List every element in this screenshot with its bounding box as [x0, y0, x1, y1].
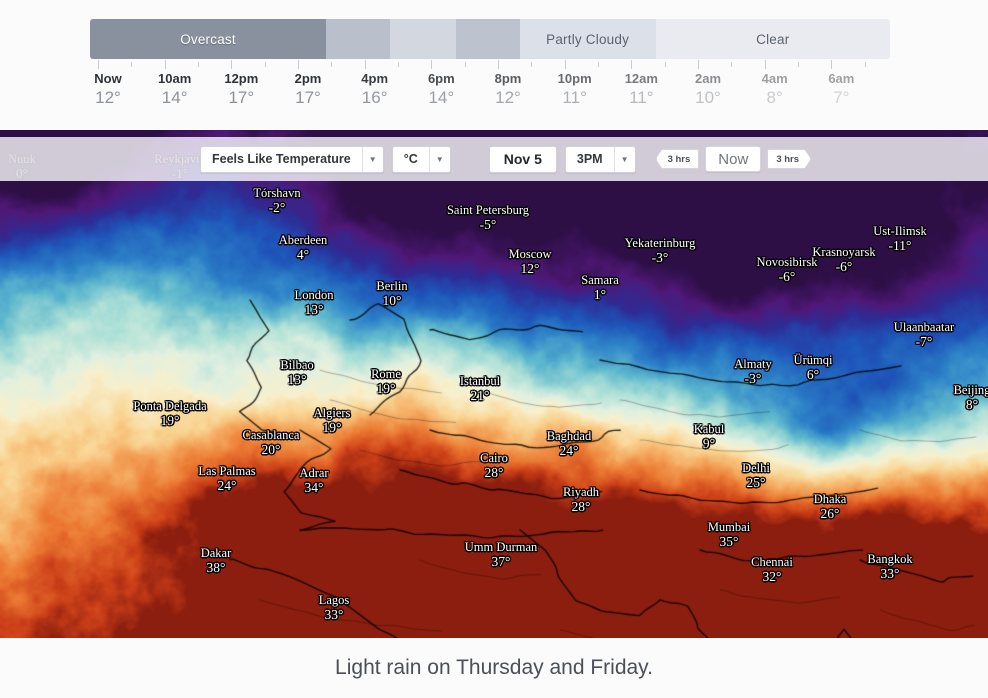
hour-column[interactable]: 10pm 11° — [539, 70, 611, 109]
hour-column[interactable]: 2am 10° — [672, 70, 744, 109]
condition-segment — [390, 19, 456, 59]
tick-mark — [431, 60, 433, 69]
chevron-down-icon: ▼ — [428, 146, 450, 172]
condition-bar[interactable]: Overcast Partly Cloudy Clear — [90, 19, 890, 59]
hour-temperature: 17° — [295, 88, 321, 107]
tick-mark — [298, 60, 299, 69]
tick-mark — [331, 62, 333, 67]
tick-mark — [364, 60, 366, 69]
hour-temperature: 14° — [161, 88, 188, 107]
date-button[interactable]: Nov 5 — [488, 145, 557, 173]
forecast-summary-footer: Light rain on Thursday and Friday. — [0, 638, 988, 698]
hourly-columns: Now 12° 10am 14° 12pm 17° 2pm 17° 4pm 16° 6pm 14° 8p… — [90, 70, 890, 116]
hour-temperature: 7° — [833, 88, 850, 107]
hour-label: 2pm — [294, 71, 322, 86]
now-button[interactable]: Now — [705, 146, 762, 172]
hour-temperature: 17° — [228, 88, 255, 107]
tick-mark — [664, 62, 666, 67]
hour-temperature: 16° — [361, 88, 388, 107]
hour-column[interactable]: 4pm 16° — [339, 70, 411, 109]
hour-label: 4am — [761, 71, 788, 86]
tick-mark — [498, 60, 499, 69]
time-select-value: 3PM — [576, 152, 603, 166]
condition-segment — [326, 19, 390, 59]
forecast-summary-text: Light rain on Thursday and Friday. — [335, 656, 653, 679]
tick-mark — [798, 62, 799, 67]
hour-temperature: 12° — [495, 88, 521, 107]
tick-mark — [598, 62, 599, 67]
hour-tick-marks — [90, 60, 890, 70]
tick-mark — [131, 62, 133, 67]
hour-label: 12pm — [224, 71, 259, 86]
condition-segment: Clear — [655, 19, 890, 59]
hour-temperature: 11° — [562, 88, 587, 107]
hour-label: 10am — [158, 71, 192, 86]
tick-mark — [831, 60, 833, 69]
hour-temperature: 11° — [629, 88, 654, 107]
condition-segment: Overcast — [90, 19, 326, 59]
chevron-down-icon: ▼ — [361, 146, 383, 172]
hour-temperature: 10° — [695, 88, 721, 107]
layer-select[interactable]: Feels Like Temperature ▼ — [200, 145, 384, 173]
tick-mark — [731, 62, 733, 67]
hour-column[interactable]: 10am 14° — [139, 70, 211, 109]
hour-label: 10pm — [557, 71, 592, 86]
map-control-bar: Feels Like Temperature ▼ °C ▼ Nov 5 3PM … — [0, 137, 988, 181]
tick-mark — [264, 62, 266, 67]
step-forward-button[interactable]: 3 hrs — [767, 149, 811, 169]
hour-temperature: 8° — [766, 88, 783, 107]
hour-label: 2am — [694, 71, 722, 86]
hour-label: 12am — [624, 71, 658, 86]
hour-column[interactable]: 12am 11° — [605, 70, 677, 109]
hour-label: 6am — [828, 71, 855, 86]
tick-mark — [864, 62, 866, 67]
tick-mark — [164, 60, 166, 69]
hour-label: 6pm — [427, 71, 455, 86]
tick-mark — [764, 60, 766, 69]
tick-mark — [231, 60, 233, 69]
tick-mark — [398, 62, 399, 67]
hour-label: 8pm — [494, 71, 522, 86]
layer-select-value: Feels Like Temperature — [212, 152, 351, 166]
tick-mark — [98, 60, 99, 69]
hour-column[interactable]: 12pm 17° — [205, 70, 277, 109]
hour-column[interactable]: 4am 8° — [739, 70, 811, 109]
hour-column[interactable]: 6am 7° — [805, 70, 877, 109]
tick-mark — [564, 60, 566, 69]
weather-map-page: Overcast Partly Cloudy Clear Now 12° 10am 14°… — [0, 0, 988, 698]
hour-column[interactable]: 6pm 14° — [405, 70, 477, 109]
unit-select[interactable]: °C ▼ — [391, 145, 451, 173]
hour-column[interactable]: 8pm 12° — [472, 70, 544, 109]
temperature-heatmap-canvas[interactable] — [0, 130, 988, 638]
hour-column[interactable]: 2pm 17° — [272, 70, 344, 109]
hour-label: Now — [94, 71, 122, 86]
tick-mark — [464, 62, 466, 67]
condition-segment — [455, 19, 520, 59]
condition-segment: Partly Cloudy — [519, 19, 656, 59]
tick-mark — [531, 62, 533, 67]
hour-temperature: 14° — [428, 88, 455, 107]
hour-column[interactable]: Now 12° — [72, 70, 144, 109]
tick-mark — [631, 60, 633, 69]
weather-map[interactable]: Nuuk0°Reykjavík-1°Tórshavn-2°Saint Peter… — [0, 130, 988, 638]
chevron-down-icon: ▼ — [613, 146, 635, 172]
tick-mark — [698, 60, 699, 69]
hour-label: 4pm — [361, 71, 389, 86]
tick-mark — [198, 62, 199, 67]
step-backward-button[interactable]: 3 hrs — [655, 149, 700, 169]
time-select[interactable]: 3PM ▼ — [564, 145, 636, 173]
hour-temperature: 12° — [95, 88, 121, 107]
hourly-forecast-panel: Overcast Partly Cloudy Clear Now 12° 10am 14°… — [0, 0, 988, 130]
unit-select-value: °C — [403, 152, 418, 166]
